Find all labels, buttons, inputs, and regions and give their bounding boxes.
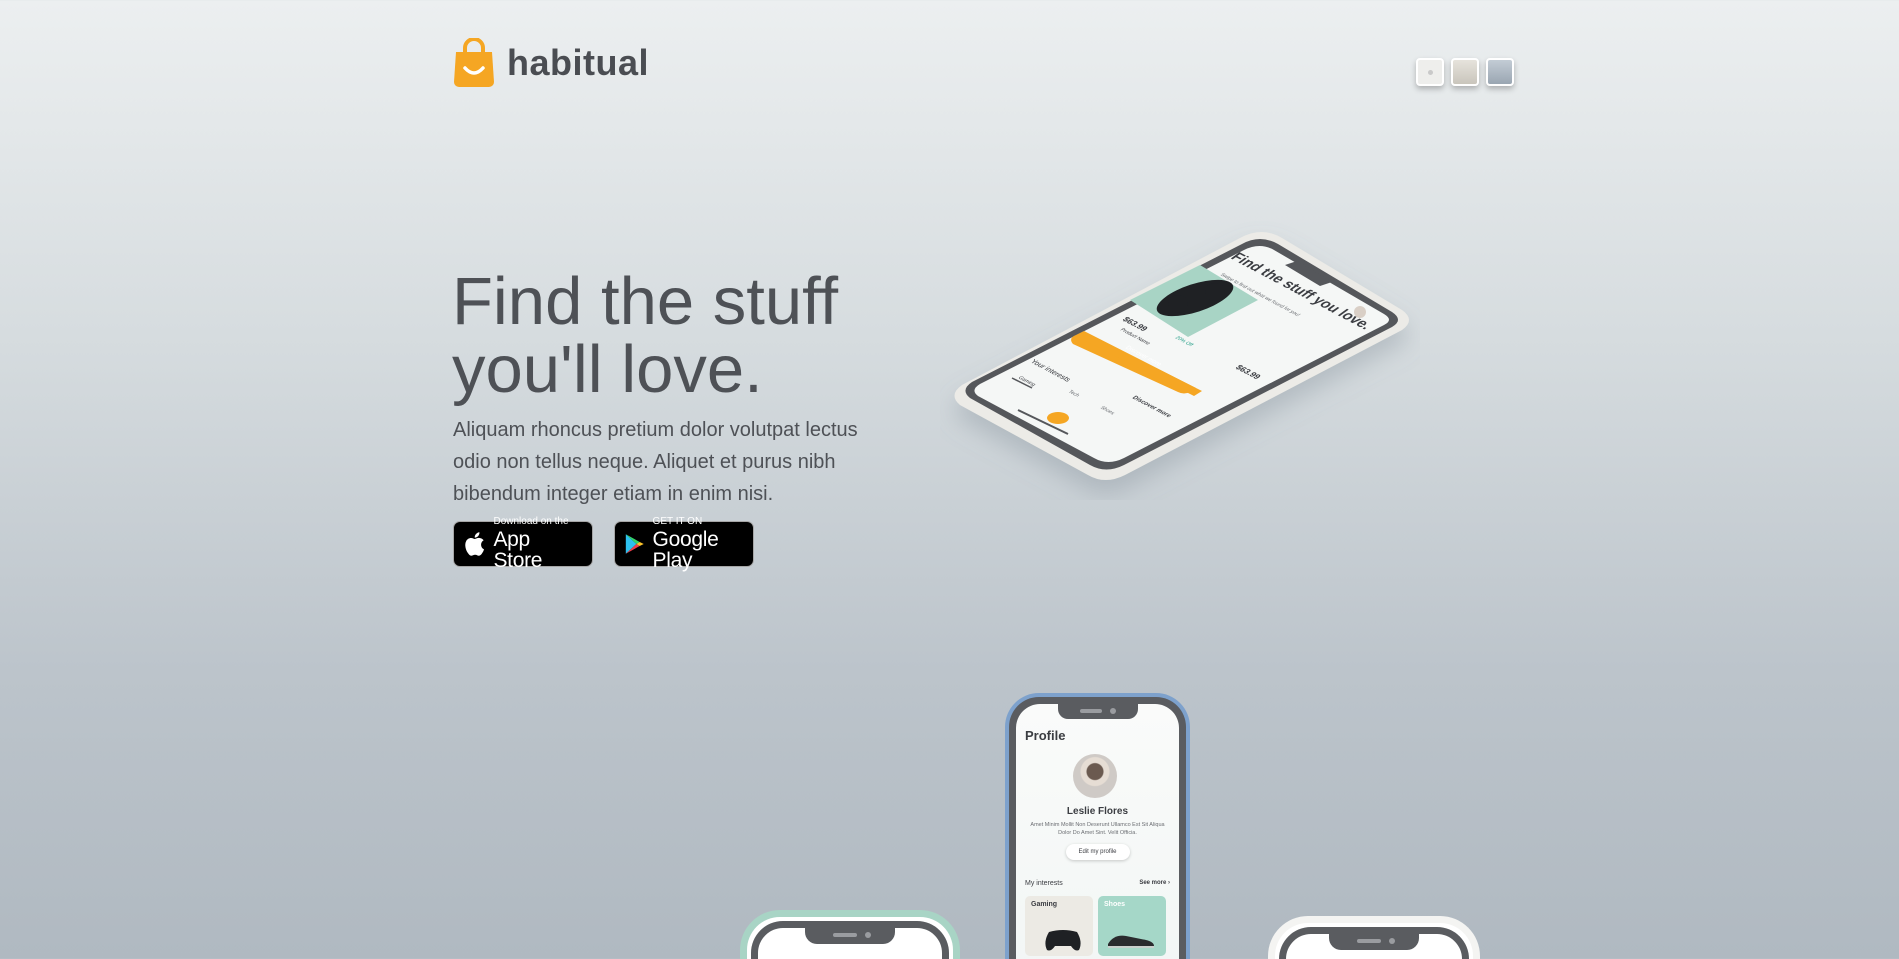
app-store-button[interactable]: Download on the App Store <box>453 517 593 571</box>
phone-frame <box>751 921 949 959</box>
selected-dot-icon <box>1427 69 1433 75</box>
google-play-big-text: Google Play <box>652 528 719 572</box>
avatar <box>1073 754 1117 798</box>
interest-card-label: Gaming <box>1031 901 1058 908</box>
google-play-small-text: GET IT ON <box>652 516 703 527</box>
profile-title: Profile <box>1025 728 1066 743</box>
phone-mockup-white <box>1268 916 1480 959</box>
hero-title-line2: you'll love. <box>452 332 763 407</box>
google-play-button[interactable]: GET IT ON Google Play <box>614 517 754 571</box>
phone-mockup-profile: Profile Leslie Flores Amet Minim Mollit … <box>1005 693 1190 959</box>
apple-icon <box>465 532 485 556</box>
phone-notch <box>1057 704 1138 719</box>
profile-screen: Profile Leslie Flores Amet Minim Mollit … <box>1016 704 1179 959</box>
interest-card-gaming[interactable]: Gaming <box>1025 896 1093 956</box>
phone-mockup-mint <box>740 910 960 959</box>
theme-swatch-slate[interactable] <box>1486 58 1514 86</box>
google-play-icon <box>625 534 644 554</box>
app-store-small-text: Download on the <box>493 516 569 527</box>
edit-profile-button[interactable]: Edit my profile <box>1065 844 1130 860</box>
interest-card-shoes[interactable]: Shoes <box>1098 896 1166 956</box>
phone-notch <box>1329 934 1419 950</box>
see-more-link[interactable]: See more › <box>1139 880 1170 886</box>
brand-logo[interactable]: habitual <box>453 37 650 88</box>
theme-swatch-sand[interactable] <box>1451 58 1479 86</box>
game-controller-icon <box>1045 930 1081 951</box>
hero-title-line1: Find the stuff <box>452 264 839 339</box>
phone-frame <box>1279 927 1469 959</box>
sneaker-icon <box>1108 935 1154 948</box>
shopping-bag-icon <box>453 37 495 88</box>
isometric-phone-mockup: Find the stuff you love. Swipe to find o… <box>940 220 1420 500</box>
hero-description: Aliquam rhoncus pretium dolor volutpat l… <box>453 419 858 505</box>
my-interests-label: My interests <box>1025 880 1063 887</box>
theme-swatch-light[interactable] <box>1416 58 1444 86</box>
phone-frame: Profile Leslie Flores Amet Minim Mollit … <box>1009 697 1186 959</box>
app-store-big-text: App Store <box>493 528 543 572</box>
theme-switcher <box>1416 58 1514 86</box>
profile-bio: Amet Minim Mollit Non Deserunt Ullamco E… <box>1030 822 1165 836</box>
interest-card-label: Shoes <box>1104 901 1126 908</box>
profile-name: Leslie Flores <box>1066 806 1129 817</box>
brand-name: habitual <box>507 42 650 83</box>
hero-title: Find the stuff you'll love. <box>452 268 838 404</box>
phone-notch <box>805 928 895 944</box>
